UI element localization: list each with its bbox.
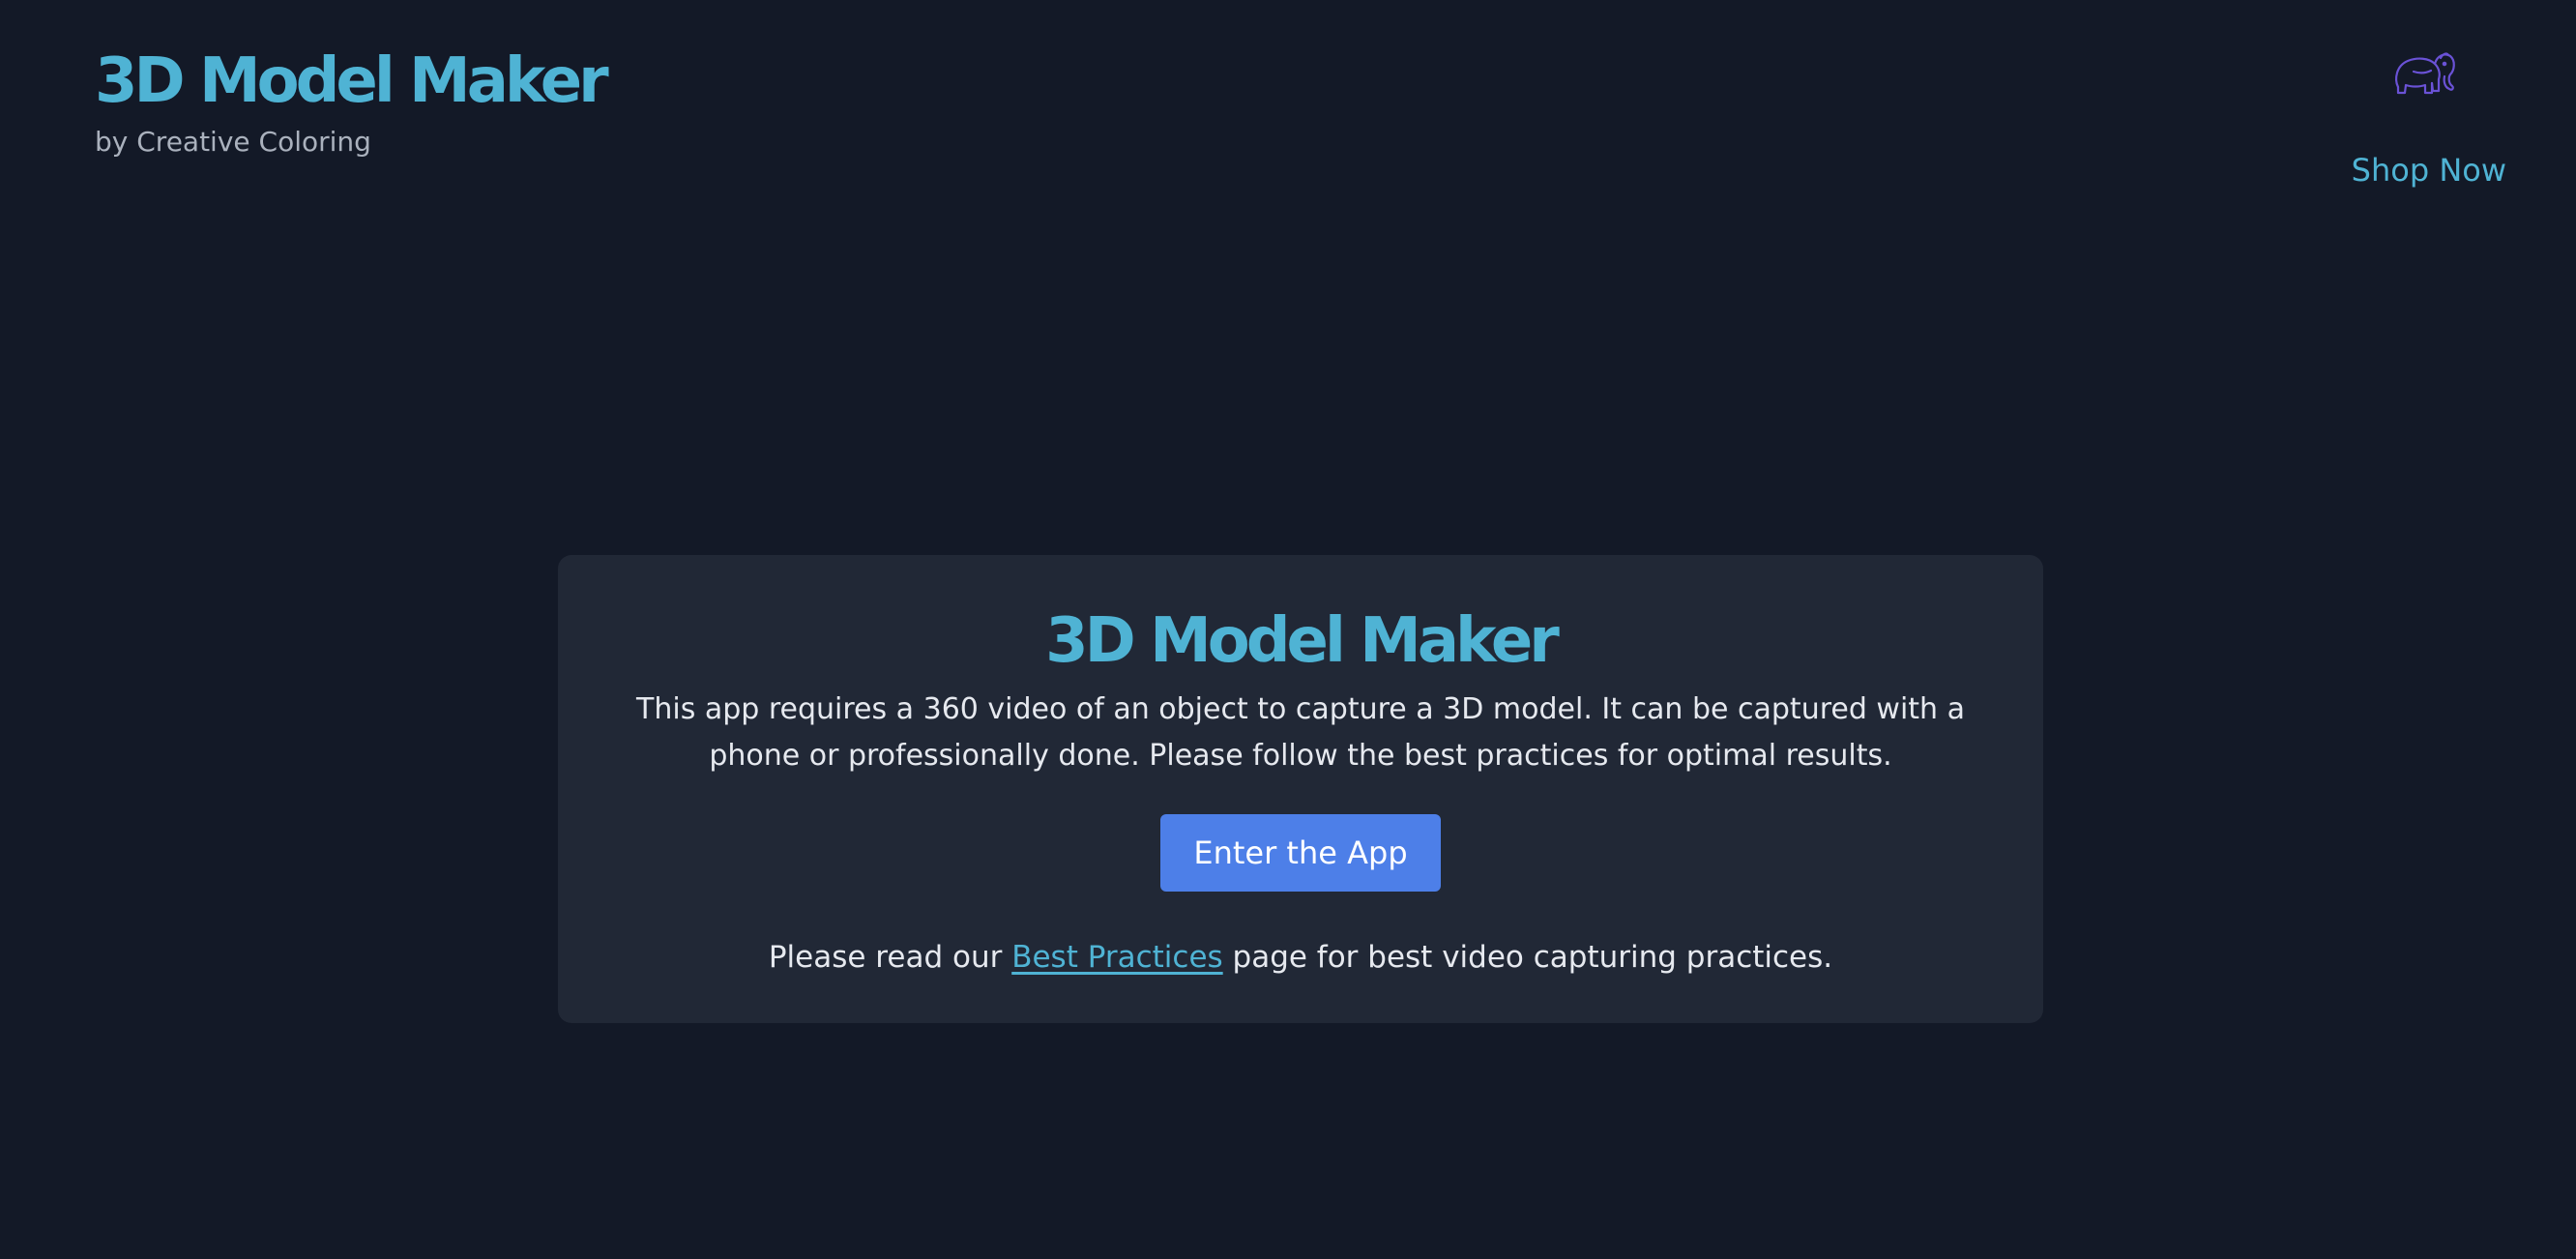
brand-subtitle: by Creative Coloring [95, 126, 371, 158]
shop-now-link[interactable]: Shop Now [2352, 151, 2506, 190]
site-header: 3D Model Maker by Creative Coloring Shop… [0, 0, 2576, 213]
brand-title[interactable]: 3D Model Maker [95, 43, 609, 120]
card-title: 3D Model Maker [1045, 605, 1560, 677]
enter-app-button[interactable]: Enter the App [1160, 814, 1441, 892]
card-footnote: Please read our Best Practices page for … [558, 938, 2043, 977]
card-description: This app requires a 360 video of an obje… [636, 692, 1965, 773]
best-practices-link[interactable]: Best Practices [1011, 940, 1222, 975]
elephant-icon[interactable] [2388, 44, 2458, 99]
footnote-prefix: Please read our [768, 940, 1012, 975]
brand[interactable]: 3D Model Maker by Creative Coloring [95, 43, 609, 159]
intro-card: 3D Model Maker This app requires a 360 v… [558, 555, 2043, 1023]
footnote-suffix: page for best video capturing practices. [1222, 940, 1833, 975]
